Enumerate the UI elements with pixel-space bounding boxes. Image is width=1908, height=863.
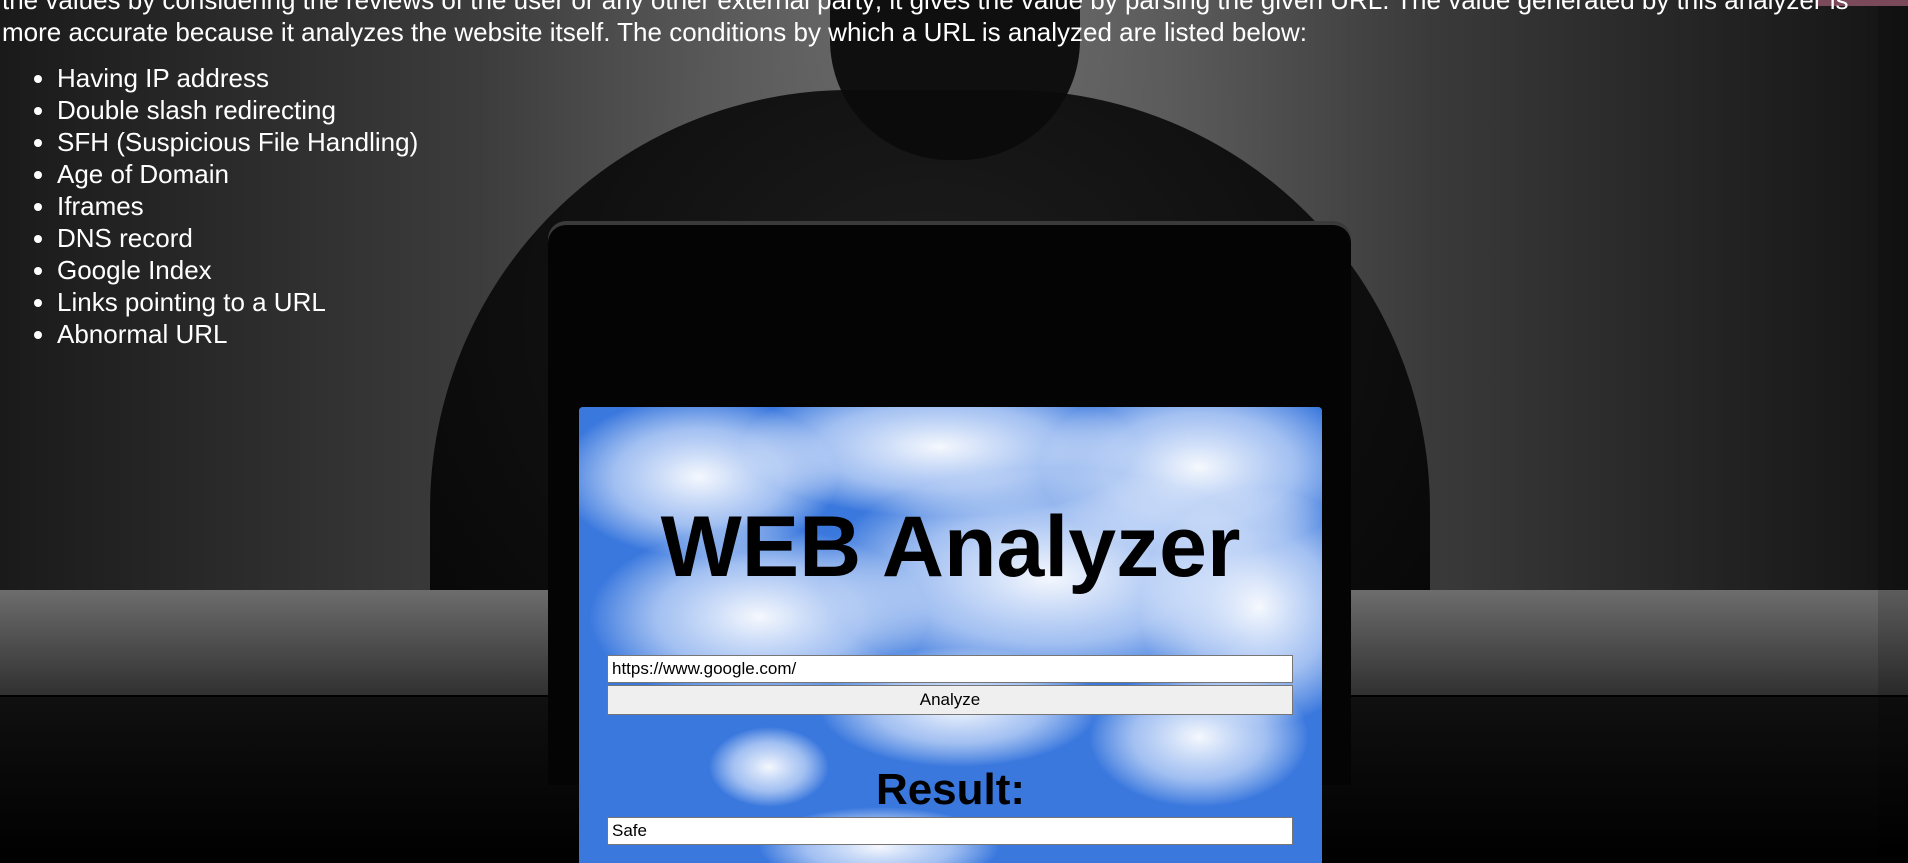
- scrollbar-track[interactable]: [1878, 0, 1908, 863]
- description-section: the values by considering the reviews of…: [0, 0, 1880, 350]
- list-item: Iframes: [57, 190, 1880, 222]
- analyzer-card: WEB Analyzer Analyze Result:: [579, 407, 1322, 863]
- analyze-button[interactable]: Analyze: [607, 685, 1293, 715]
- result-label: Result:: [875, 765, 1026, 814]
- list-item: SFH (Suspicious File Handling): [57, 126, 1880, 158]
- intro-paragraph: the values by considering the reviews of…: [2, 0, 1849, 47]
- list-item: Age of Domain: [57, 158, 1880, 190]
- app-title: WEB Analyzer: [660, 499, 1241, 595]
- page: the values by considering the reviews of…: [0, 0, 1908, 863]
- url-input[interactable]: [607, 655, 1293, 683]
- list-item: DNS record: [57, 222, 1880, 254]
- list-item: Google Index: [57, 254, 1880, 286]
- list-item: Abnormal URL: [57, 318, 1880, 350]
- list-item: Having IP address: [57, 62, 1880, 94]
- list-item: Links pointing to a URL: [57, 286, 1880, 318]
- result-field[interactable]: [607, 817, 1293, 845]
- criteria-list: Having IP address Double slash redirecti…: [0, 62, 1880, 350]
- list-item: Double slash redirecting: [57, 94, 1880, 126]
